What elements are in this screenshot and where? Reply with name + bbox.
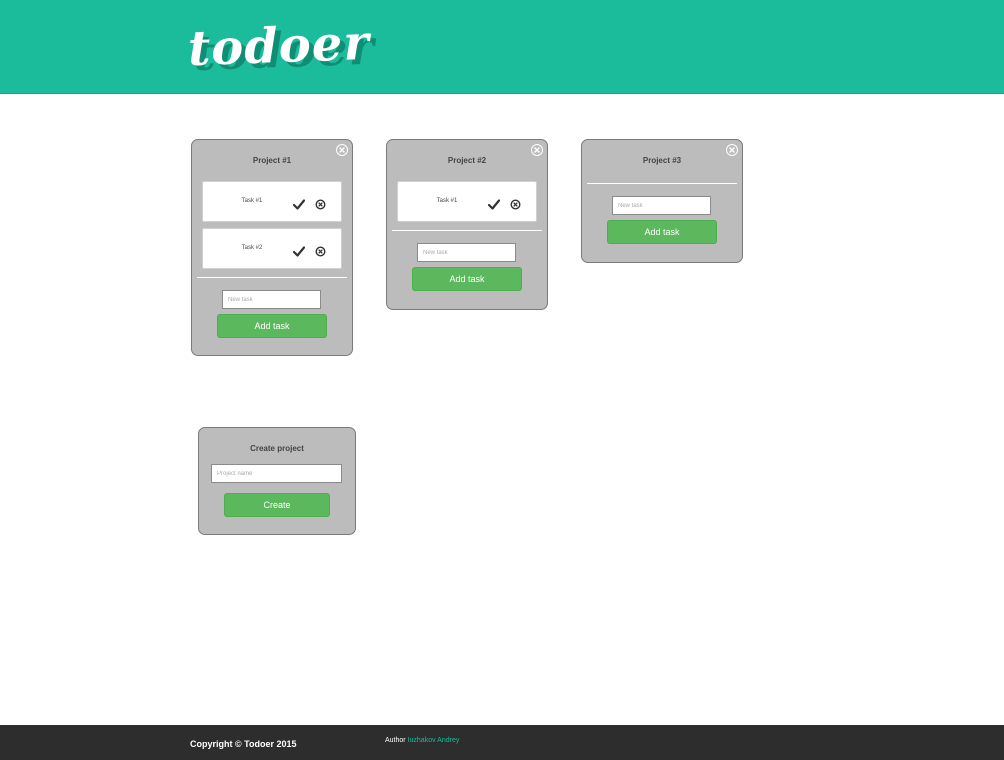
project-name-input[interactable] — [211, 464, 342, 483]
task-label: Task #1 — [241, 198, 263, 204]
new-task-input[interactable] — [417, 243, 516, 262]
author-info: Author Iuzhakov Andrey — [385, 737, 459, 744]
close-project-icon[interactable] — [531, 144, 543, 156]
author-label: Author — [385, 737, 406, 744]
create-project-card: Create project Create — [198, 427, 356, 535]
divider — [392, 230, 542, 231]
project-title: Project #3 — [642, 156, 682, 165]
checkmark-icon[interactable] — [292, 244, 306, 262]
project-card: Project #2 Task #1 Add task — [386, 139, 548, 310]
add-task-button[interactable]: Add task — [217, 314, 327, 338]
close-project-icon[interactable] — [336, 144, 348, 156]
logo[interactable]: todoer — [187, 15, 370, 77]
create-project-title: Create project — [250, 444, 304, 453]
project-title: Project #1 — [252, 156, 292, 165]
project-card: Project #3 Add task — [581, 139, 743, 263]
task-label: Task #1 — [436, 198, 458, 204]
add-task-button[interactable]: Add task — [607, 220, 717, 244]
divider — [197, 277, 347, 278]
checkmark-icon[interactable] — [487, 197, 501, 215]
new-task-input[interactable] — [222, 290, 321, 309]
copyright-text: Copyright © Todoer 2015 — [190, 739, 297, 749]
close-project-icon[interactable] — [726, 144, 738, 156]
header-bar: todoer — [0, 0, 1004, 94]
footer: Copyright © Todoer 2015 Author Iuzhakov … — [0, 725, 1004, 760]
create-project-button[interactable]: Create — [224, 493, 330, 517]
author-link[interactable]: Iuzhakov Andrey — [408, 737, 460, 744]
delete-task-icon[interactable] — [315, 244, 326, 262]
project-title: Project #2 — [447, 156, 487, 165]
delete-task-icon[interactable] — [510, 197, 521, 215]
checkmark-icon[interactable] — [292, 197, 306, 215]
add-task-button[interactable]: Add task — [412, 267, 522, 291]
task-item: Task #2 — [202, 228, 342, 269]
divider — [587, 183, 737, 184]
task-item: Task #1 — [202, 181, 342, 222]
delete-task-icon[interactable] — [315, 197, 326, 215]
project-card: Project #1 Task #1 Task #2 Add task — [191, 139, 353, 356]
task-item: Task #1 — [397, 181, 537, 222]
new-task-input[interactable] — [612, 196, 711, 215]
task-label: Task #2 — [241, 245, 263, 251]
